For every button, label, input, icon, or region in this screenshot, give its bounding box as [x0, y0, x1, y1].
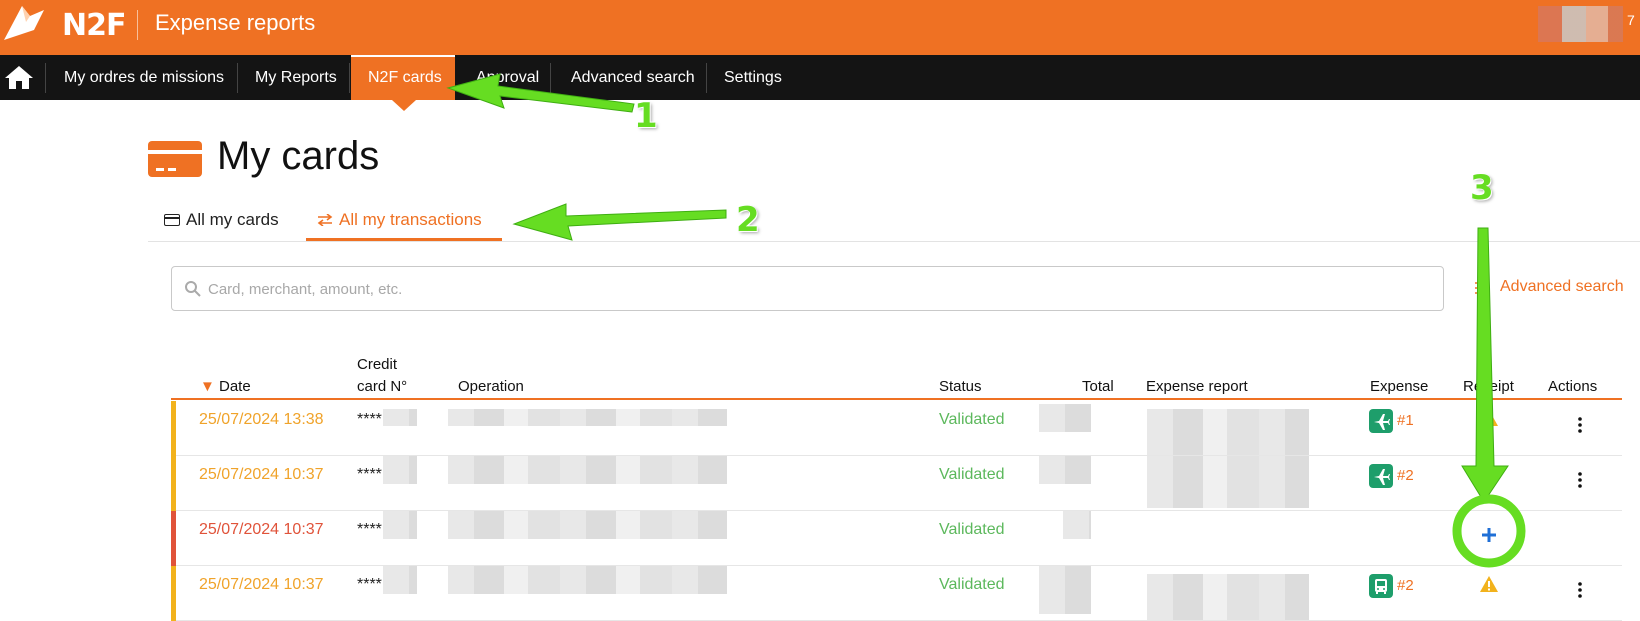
expense-link[interactable]: #1	[1397, 412, 1414, 429]
brand-divider	[137, 10, 138, 40]
user-avatar[interactable]	[1538, 6, 1623, 42]
redacted-card	[383, 456, 417, 484]
tab-all-my-cards[interactable]: All my cards	[164, 210, 279, 230]
more-actions-icon[interactable]	[1573, 580, 1587, 600]
table-row[interactable]: 25/07/2024 10:37 **** Validated #2	[171, 456, 1622, 511]
redacted-operation	[448, 456, 727, 484]
nav-n2f-cards-active[interactable]: N2F cards	[351, 55, 455, 100]
row-status: Validated	[939, 411, 1005, 428]
row-date: 25/07/2024 10:37	[199, 576, 324, 593]
row-status-bar	[171, 511, 176, 566]
col-actions: Actions	[1548, 378, 1598, 395]
table-row[interactable]: 25/07/2024 10:37 **** Validated	[171, 511, 1622, 566]
col-date[interactable]: Date	[219, 378, 251, 395]
sort-desc-icon[interactable]: ▼	[200, 378, 215, 395]
row-card: ****	[357, 521, 382, 538]
nav-divider	[550, 63, 551, 93]
table-header-line	[171, 398, 1622, 400]
tab-all-my-transactions[interactable]: All my transactions	[317, 210, 482, 230]
bus-icon	[1369, 574, 1393, 598]
row-status: Validated	[939, 466, 1005, 483]
redacted-total	[1039, 566, 1091, 614]
annotation-number: 3	[1470, 168, 1494, 208]
table-row[interactable]: 25/07/2024 13:38 **** Validated #1	[171, 401, 1622, 456]
redacted-total	[1039, 456, 1091, 484]
nav-approval[interactable]: Approval	[476, 55, 539, 100]
redacted-operation	[448, 566, 727, 594]
nav-advanced-search[interactable]: Advanced search	[571, 55, 695, 100]
advanced-search-link[interactable]: Advanced search	[1500, 278, 1624, 296]
row-status: Validated	[939, 521, 1005, 538]
col-total: Total	[1082, 378, 1114, 395]
col-status: Status	[939, 378, 982, 395]
redacted-expense-report	[1147, 574, 1309, 620]
main-nav: My ordres de missions My Reports Approva…	[0, 55, 1640, 100]
col-expense: Expense	[1370, 378, 1429, 395]
redacted-card	[383, 511, 417, 539]
plane-icon	[1369, 464, 1393, 488]
nav-n2f-cards-label: N2F cards	[368, 69, 442, 86]
add-receipt-icon[interactable]	[1479, 525, 1499, 545]
redacted-total	[1063, 511, 1091, 539]
nav-my-reports[interactable]: My Reports	[255, 55, 337, 100]
table-row[interactable]: 25/07/2024 10:37 **** Validated #2	[171, 566, 1622, 621]
search-box[interactable]	[171, 266, 1444, 311]
more-actions-icon[interactable]	[1573, 470, 1587, 490]
redacted-expense-report	[1147, 409, 1309, 455]
plane-icon	[1369, 409, 1393, 433]
redacted-expense-report	[1147, 456, 1309, 508]
app-title: Expense reports	[155, 10, 316, 35]
more-actions-icon[interactable]	[1573, 415, 1587, 435]
row-card: ****	[357, 411, 382, 428]
search-icon	[185, 281, 201, 297]
nav-my-missions[interactable]: My ordres de missions	[64, 55, 224, 100]
tabs-divider	[148, 241, 1640, 242]
row-status-bar	[171, 566, 176, 621]
active-nav-caret	[392, 100, 416, 111]
col-operation: Operation	[458, 378, 524, 395]
search-input[interactable]	[208, 275, 1408, 303]
home-icon[interactable]	[4, 64, 34, 90]
annotation-number: 2	[736, 200, 760, 240]
col-expense-report: Expense report	[1146, 378, 1248, 395]
redacted-total	[1039, 404, 1091, 432]
warning-icon[interactable]	[1479, 409, 1499, 427]
nav-divider	[349, 63, 350, 93]
avatar-badge: 7	[1627, 12, 1635, 28]
row-date: 25/07/2024 10:37	[199, 466, 324, 483]
page-title: My cards	[217, 134, 380, 178]
nav-divider	[237, 63, 238, 93]
redacted-operation	[448, 511, 727, 539]
tab-label: All my cards	[186, 210, 279, 229]
redacted-card	[383, 566, 417, 594]
row-card: ****	[357, 466, 382, 483]
brand-name[interactable]: N2F	[62, 8, 126, 43]
col-card-line1: Credit	[357, 356, 398, 373]
top-bar: N2F Expense reports 7	[0, 0, 1640, 55]
nav-divider	[45, 63, 46, 93]
annotation-number: 1	[634, 96, 658, 136]
expense-link[interactable]: #2	[1397, 467, 1414, 484]
warning-icon[interactable]	[1479, 575, 1499, 593]
row-status: Validated	[939, 576, 1005, 593]
credit-card-icon	[148, 141, 202, 177]
tab-label: All my transactions	[339, 210, 482, 229]
filter-sliders-icon[interactable]	[1474, 281, 1492, 295]
redacted-operation	[448, 409, 727, 426]
expense-link[interactable]: #2	[1397, 577, 1414, 594]
col-card-line2: card N°	[357, 378, 408, 395]
transfer-icon	[317, 213, 333, 227]
nav-settings[interactable]: Settings	[724, 55, 782, 100]
row-status-bar	[171, 401, 176, 456]
row-card: ****	[357, 576, 382, 593]
row-date: 25/07/2024 13:38	[199, 411, 324, 428]
row-date: 25/07/2024 10:37	[199, 521, 324, 538]
card-small-icon	[164, 214, 180, 226]
col-receipt: Receipt	[1463, 378, 1514, 395]
row-status-bar	[171, 456, 176, 511]
nav-divider	[706, 63, 707, 93]
redacted-card	[383, 409, 417, 426]
